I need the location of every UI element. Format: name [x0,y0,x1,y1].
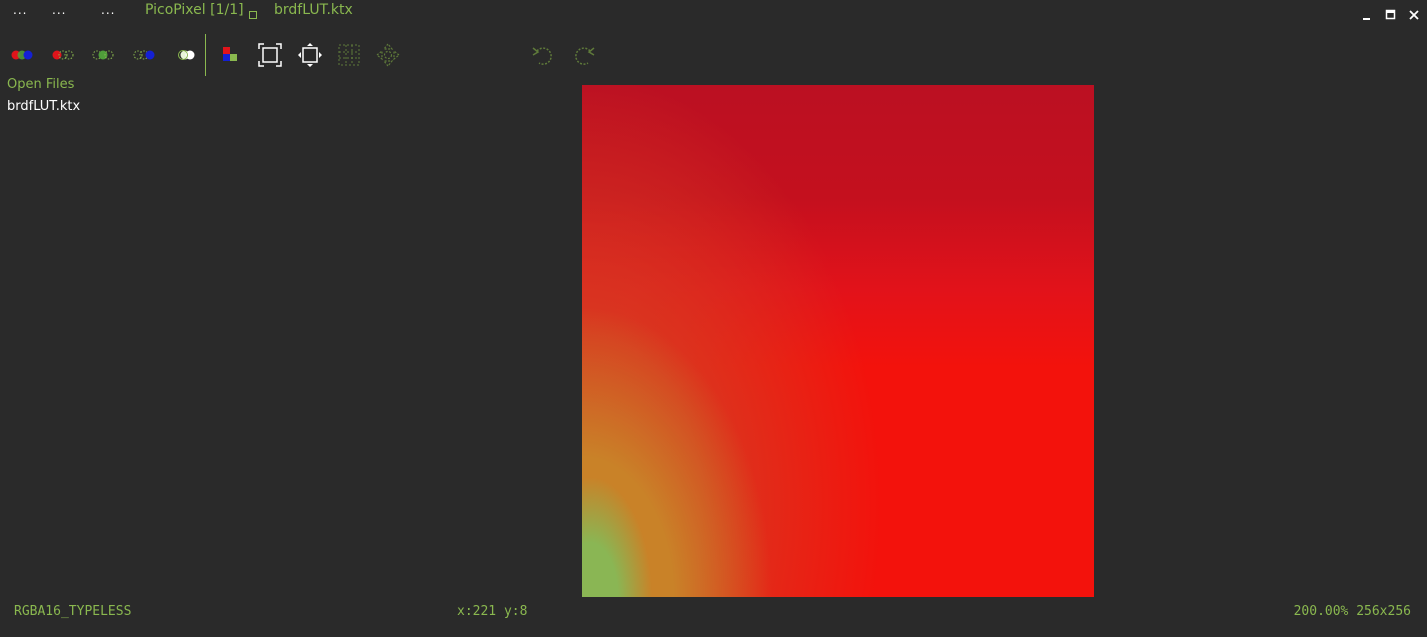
open-file-item[interactable]: brdfLUT.ktx [7,99,80,114]
red-channel-icon[interactable] [47,40,77,70]
undo-icon[interactable] [528,40,558,70]
pixel-format-label: RGBA16_TYPELESS [14,604,132,619]
toolbar-separator [205,34,206,76]
menu-button-3[interactable]: ... [101,3,115,17]
zoom-size-label: 200.00% 256x256 [1293,604,1411,619]
file-tab[interactable]: brdfLUT.ktx [274,2,353,18]
open-files-title: Open Files [7,77,75,92]
pan-icon[interactable] [373,40,403,70]
minimize-icon[interactable] [1361,9,1373,21]
color-swatch-icon[interactable] [216,40,246,70]
menu-button-1[interactable]: ... [13,3,27,17]
app-title: PicoPixel [1/1] [145,2,244,18]
cursor-position-label: x:221 y:8 [457,604,528,619]
close-icon[interactable] [1408,9,1420,21]
alpha-channel-icon[interactable] [172,40,202,70]
fit-to-window-icon[interactable] [255,40,285,70]
grid-icon[interactable] [334,40,364,70]
image-viewport[interactable] [582,85,1094,597]
actual-size-icon[interactable] [295,40,325,70]
green-channel-icon[interactable] [86,40,116,70]
redo-icon[interactable] [569,40,599,70]
rgb-channels-icon[interactable] [7,40,37,70]
file-tab-icon [249,11,257,19]
maximize-icon[interactable] [1385,9,1397,21]
blue-channel-icon[interactable] [128,40,158,70]
menu-button-2[interactable]: ... [52,3,66,17]
